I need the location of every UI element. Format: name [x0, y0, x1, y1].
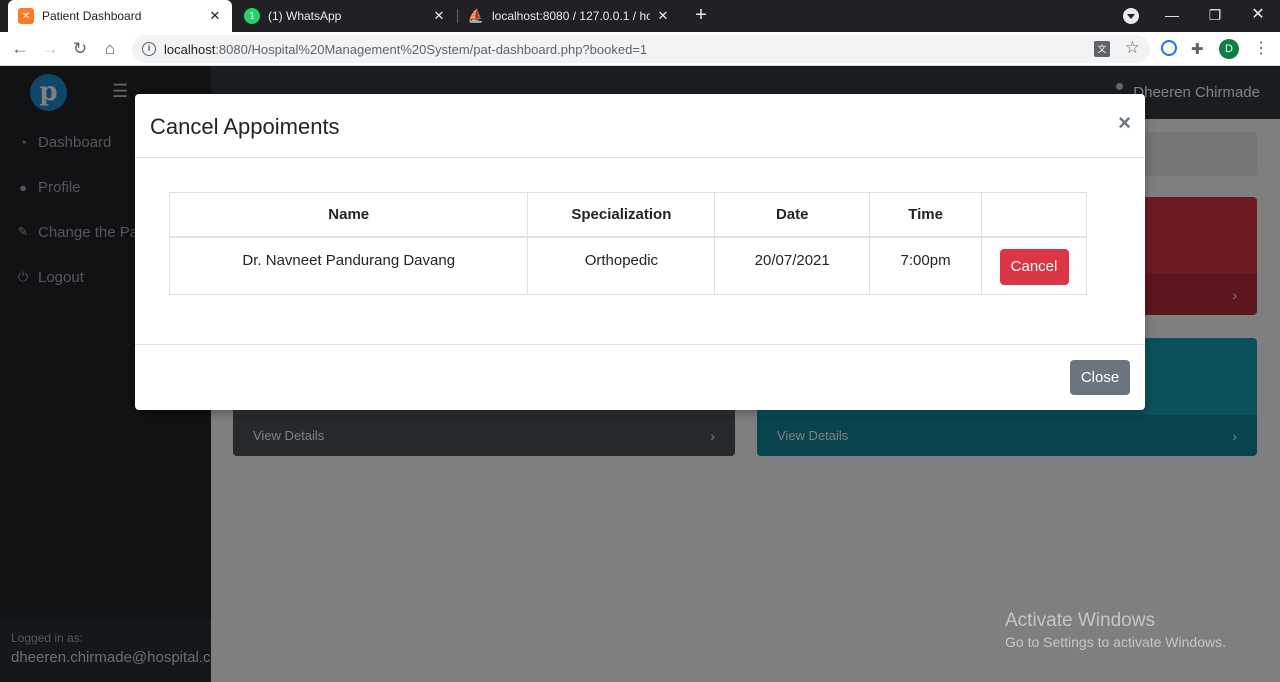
modal-header-divider — [135, 157, 1145, 158]
reload-icon[interactable]: ↻ — [68, 37, 92, 61]
translate-icon[interactable]: 文 — [1094, 41, 1110, 57]
url-host: localhost — [164, 41, 216, 57]
tab-title: localhost:8080 / 127.0.0.1 / hosp — [492, 9, 650, 23]
windows-activation-watermark: Activate Windows Go to Settings to activ… — [1005, 610, 1226, 650]
tab-search-icon[interactable] — [1123, 8, 1139, 24]
close-icon[interactable]: × — [1118, 110, 1131, 136]
tab-title: Patient Dashboard — [42, 9, 142, 23]
tab-title: (1) WhatsApp — [268, 9, 342, 23]
cancel-appointment-button[interactable]: Cancel — [999, 248, 1069, 285]
whatsapp-icon: 1 — [244, 8, 260, 24]
column-header-action — [981, 192, 1087, 238]
watermark-title: Activate Windows — [1005, 610, 1155, 631]
forward-icon[interactable]: → — [38, 37, 62, 61]
column-header-time: Time — [869, 192, 983, 238]
restore-icon[interactable]: ❐ — [1195, 0, 1235, 32]
column-header-date: Date — [714, 192, 871, 238]
cell-time: 7:00pm — [869, 236, 983, 295]
appointments-table: Name Specialization Date Time Dr. Navnee… — [168, 192, 1087, 295]
table-header-row: Name Specialization Date Time — [168, 192, 1087, 238]
column-header-specialization: Specialization — [527, 192, 716, 238]
extension-circle-icon[interactable] — [1161, 40, 1177, 56]
column-header-name: Name — [168, 192, 529, 238]
url-path: :8080/Hospital%20Management%20System/pat… — [215, 41, 648, 57]
modal-title: Cancel Appoiments — [150, 114, 340, 139]
new-tab-button[interactable]: + — [690, 4, 712, 26]
cell-specialization: Orthopedic — [527, 236, 716, 295]
minimize-icon[interactable]: — — [1152, 0, 1192, 32]
tab-patient-dashboard[interactable]: ✕ Patient Dashboard ✕ — [8, 0, 232, 32]
cell-doctor-name: Dr. Navneet Pandurang Davang — [168, 236, 529, 295]
browser-toolbar: ← → ↻ ⌂ i localhost:8080/Hospital%20Mana… — [0, 32, 1280, 66]
close-tab-icon[interactable]: ✕ — [656, 8, 670, 24]
cancel-appointments-modal: Cancel Appoiments × Name Specialization … — [135, 94, 1145, 410]
home-icon[interactable]: ⌂ — [98, 37, 122, 61]
tab-whatsapp[interactable]: 1 (1) WhatsApp ✕ — [234, 0, 456, 32]
table-row: Dr. Navneet Pandurang Davang Orthopedic … — [168, 236, 1087, 295]
bookmark-star-icon[interactable]: ☆ — [1125, 38, 1140, 58]
close-window-icon[interactable]: ✕ — [1238, 0, 1278, 32]
cell-date: 20/07/2021 — [714, 236, 871, 295]
cell-action: Cancel — [981, 236, 1087, 295]
xampp-icon: ✕ — [18, 8, 34, 24]
watermark-subtitle: Go to Settings to activate Windows. — [1005, 634, 1226, 650]
address-bar[interactable]: i localhost:8080/Hospital%20Management%2… — [132, 35, 1150, 63]
close-button[interactable]: Close — [1070, 360, 1130, 395]
modal-footer-divider — [135, 344, 1145, 345]
back-icon[interactable]: ← — [8, 37, 32, 61]
browser-menu-icon[interactable]: ⋮ — [1253, 38, 1269, 58]
extensions-puzzle-icon[interactable]: ✚ — [1191, 40, 1204, 58]
phpmyadmin-icon: ⛵ — [467, 8, 485, 23]
close-tab-icon[interactable]: ✕ — [208, 8, 222, 24]
close-tab-icon[interactable]: ✕ — [432, 8, 446, 24]
browser-tab-strip: ✕ Patient Dashboard ✕ 1 (1) WhatsApp ✕ ⛵… — [0, 0, 1280, 32]
profile-avatar[interactable]: D — [1219, 39, 1239, 59]
tab-phpmyadmin[interactable]: ⛵ localhost:8080 / 127.0.0.1 / hosp ✕ — [458, 0, 680, 32]
info-icon[interactable]: i — [142, 42, 156, 56]
